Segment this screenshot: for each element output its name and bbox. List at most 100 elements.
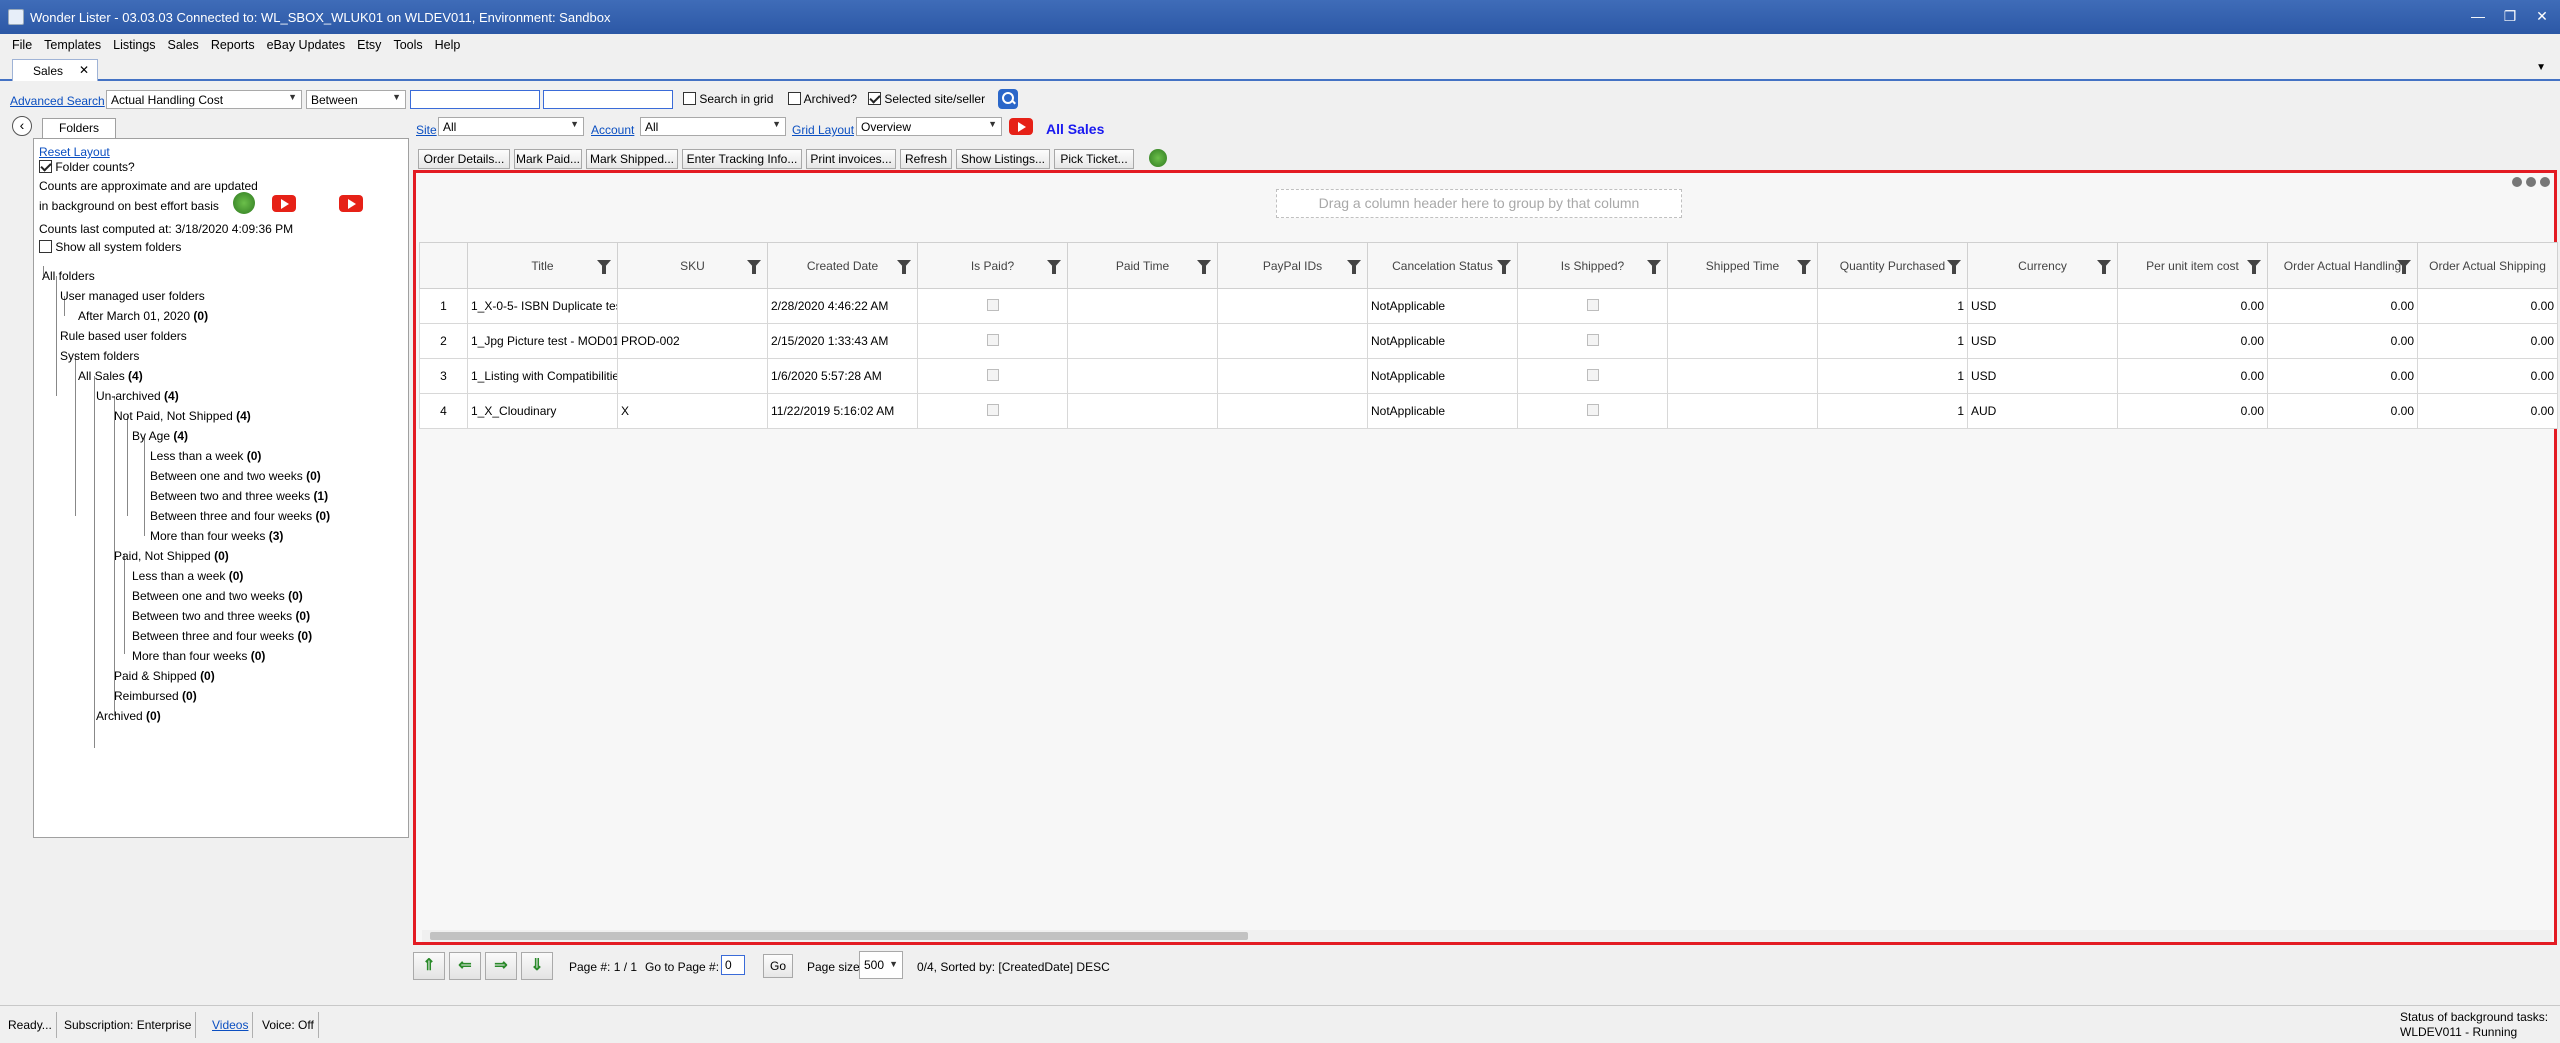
- tree-node[interactable]: More than four weeks (0): [132, 649, 265, 663]
- table-row[interactable]: 2 1_Jpg Picture test - MOD01 PROD-002 2/15/…: [419, 323, 2558, 359]
- tree-node[interactable]: Paid, Not Shipped (0): [114, 549, 229, 563]
- prev-page-icon[interactable]: ⇐: [449, 952, 481, 980]
- account-select[interactable]: All ▼: [640, 117, 786, 136]
- youtube-icon[interactable]: [339, 195, 364, 212]
- order-details-button[interactable]: Order Details...: [418, 149, 510, 169]
- grid-options[interactable]: [2512, 177, 2550, 187]
- filter-icon[interactable]: [2247, 260, 2261, 274]
- chevron-down-icon[interactable]: ▼: [2536, 62, 2546, 73]
- show-listings-button[interactable]: Show Listings...: [956, 149, 1050, 169]
- scrollbar-thumb[interactable]: [430, 932, 1248, 940]
- table-row[interactable]: 4 1_X_Cloudinary X 11/22/2019 5:16:02 AM No…: [419, 393, 2558, 429]
- menu-ebay-updates[interactable]: eBay Updates: [261, 38, 352, 52]
- tree-node[interactable]: Between one and two weeks (0): [150, 469, 321, 483]
- selected-site-checkbox[interactable]: [868, 92, 881, 105]
- goto-page-input[interactable]: 0: [721, 955, 745, 975]
- menu-reports[interactable]: Reports: [205, 38, 261, 52]
- filter-icon[interactable]: [1797, 260, 1811, 274]
- youtube-icon[interactable]: [272, 195, 296, 212]
- menu-file[interactable]: File: [6, 38, 38, 52]
- tree-node[interactable]: Paid & Shipped (0): [114, 669, 215, 683]
- filter-icon[interactable]: [2097, 260, 2111, 274]
- menu-tools[interactable]: Tools: [387, 38, 428, 52]
- column-header[interactable]: Is Paid?: [917, 242, 1068, 289]
- search-value-from-input[interactable]: [410, 90, 540, 109]
- filter-icon[interactable]: [1497, 260, 1511, 274]
- tree-node[interactable]: User managed user folders: [60, 289, 205, 303]
- tree-node[interactable]: All Sales (4): [78, 369, 143, 383]
- table-row[interactable]: 1 1_X-0-5- ISBN Duplicate test 2/28/2020 4…: [419, 288, 2558, 324]
- column-header[interactable]: Quantity Purchased: [1817, 242, 1968, 289]
- table-row[interactable]: 3 1_Listing with Compatibilities 1/6/2020 …: [419, 358, 2558, 394]
- archived-checkbox[interactable]: [788, 92, 801, 105]
- refresh-counts-icon[interactable]: [233, 192, 255, 214]
- print-invoices-button[interactable]: Print invoices...: [806, 149, 896, 169]
- filter-icon[interactable]: [1347, 260, 1361, 274]
- column-header[interactable]: Cancelation Status: [1367, 242, 1518, 289]
- column-header[interactable]: Shipped Time: [1667, 242, 1818, 289]
- show-system-folders-option[interactable]: Show all system folders: [39, 240, 181, 254]
- tree-node[interactable]: All folders: [42, 269, 95, 283]
- tree-node[interactable]: After March 01, 2020 (0): [78, 309, 208, 323]
- column-header[interactable]: Currency: [1967, 242, 2118, 289]
- tree-node[interactable]: By Age (4): [132, 429, 188, 443]
- column-header[interactable]: SKU: [617, 242, 768, 289]
- pick-ticket-button[interactable]: Pick Ticket...: [1054, 149, 1134, 169]
- column-header[interactable]: Order Actual Handling: [2267, 242, 2418, 289]
- column-header[interactable]: Paid Time: [1067, 242, 1218, 289]
- search-icon[interactable]: [998, 89, 1018, 109]
- tree-node[interactable]: System folders: [60, 349, 139, 363]
- tab-close-icon[interactable]: ✕: [79, 63, 89, 77]
- column-header[interactable]: Created Date: [767, 242, 918, 289]
- search-field-select[interactable]: Actual Handling Cost ▼: [106, 90, 302, 109]
- close-icon[interactable]: ✕: [2530, 6, 2554, 26]
- horizontal-scrollbar[interactable]: [422, 930, 2552, 942]
- site-select[interactable]: All ▼: [438, 117, 584, 136]
- tree-node[interactable]: More than four weeks (3): [150, 529, 283, 543]
- advanced-search-link[interactable]: Advanced Search: [10, 94, 105, 108]
- youtube-icon[interactable]: [1009, 118, 1033, 135]
- minimize-icon[interactable]: —: [2466, 6, 2490, 26]
- search-in-grid-option[interactable]: Search in grid: [683, 92, 773, 106]
- enter-tracking-button[interactable]: Enter Tracking Info...: [682, 149, 802, 169]
- site-link[interactable]: Site: [416, 123, 437, 137]
- filter-icon[interactable]: [1047, 260, 1061, 274]
- selected-site-option[interactable]: Selected site/seller: [868, 92, 985, 106]
- menu-help[interactable]: Help: [429, 38, 467, 52]
- refresh-counts-icon[interactable]: [1149, 149, 1167, 167]
- next-page-icon[interactable]: ⇒: [485, 952, 517, 980]
- grid-layout-select[interactable]: Overview ▼: [856, 117, 1002, 136]
- videos-link[interactable]: Videos: [208, 1012, 254, 1038]
- filter-icon[interactable]: [1197, 260, 1211, 274]
- menu-templates[interactable]: Templates: [38, 38, 107, 52]
- page-size-select[interactable]: 500 ▼: [859, 951, 903, 979]
- filter-icon[interactable]: [747, 260, 761, 274]
- last-page-icon[interactable]: ⇓: [521, 952, 553, 980]
- tree-node[interactable]: Un-archived (4): [96, 389, 179, 403]
- tab-folders[interactable]: Folders: [42, 118, 116, 138]
- menu-listings[interactable]: Listings: [107, 38, 161, 52]
- filter-icon[interactable]: [2397, 260, 2411, 274]
- tree-node[interactable]: Less than a week (0): [150, 449, 261, 463]
- tree-node[interactable]: Between three and four weeks (0): [150, 509, 330, 523]
- restore-icon[interactable]: ❐: [2498, 6, 2522, 26]
- column-header[interactable]: Title: [467, 242, 618, 289]
- first-page-icon[interactable]: ⇑: [413, 952, 445, 980]
- mark-paid-button[interactable]: Mark Paid...: [514, 149, 582, 169]
- tree-node[interactable]: Not Paid, Not Shipped (4): [114, 409, 251, 423]
- archived-option[interactable]: Archived?: [788, 92, 857, 106]
- account-link[interactable]: Account: [591, 123, 634, 137]
- search-value-to-input[interactable]: [543, 90, 673, 109]
- menu-etsy[interactable]: Etsy: [351, 38, 387, 52]
- folder-counts-option[interactable]: Folder counts?: [39, 160, 135, 174]
- column-header[interactable]: Per unit item cost: [2117, 242, 2268, 289]
- tree-node[interactable]: Archived (0): [96, 709, 161, 723]
- folder-counts-checkbox[interactable]: [39, 160, 52, 173]
- go-button[interactable]: Go: [763, 954, 793, 978]
- column-header[interactable]: Order Actual Shipping: [2417, 242, 2558, 289]
- search-in-grid-checkbox[interactable]: [683, 92, 696, 105]
- filter-icon[interactable]: [1647, 260, 1661, 274]
- filter-icon[interactable]: [597, 260, 611, 274]
- tree-node[interactable]: Between three and four weeks (0): [132, 629, 312, 643]
- group-by-drop-zone[interactable]: Drag a column header here to group by th…: [1276, 189, 1682, 218]
